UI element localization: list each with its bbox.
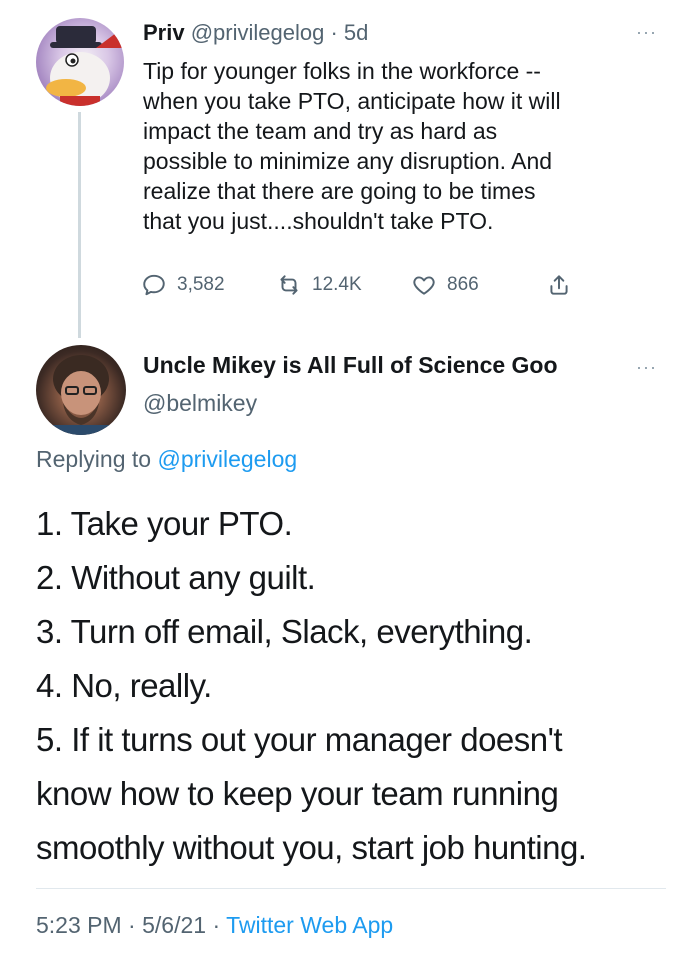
tweet-text-line: impact the team and try as hard as — [143, 118, 498, 144]
divider — [36, 888, 666, 889]
tweet-text-line: possible to minimize any disruption. And — [143, 148, 553, 174]
tweet-text: Tip for younger folks in the workforce -… — [143, 56, 663, 236]
like-button[interactable]: 866 — [411, 272, 479, 298]
retweet-icon — [280, 275, 298, 295]
tweet-text-line: realize that there are going to be times — [143, 178, 536, 204]
reply-text: 1. Take your PTO. 2. Without any guilt. … — [36, 497, 676, 875]
user-handle[interactable]: @privilegelog — [191, 20, 325, 45]
reply-text-line: 1. Take your PTO. — [36, 505, 293, 542]
belmikey-avatar[interactable] — [36, 345, 126, 435]
more-options-icon[interactable]: ··· — [636, 22, 657, 43]
reply-text-line: know how to keep your team running — [36, 775, 559, 812]
display-name[interactable]: Priv — [143, 20, 185, 45]
tweet-text-line: Tip for younger folks in the workforce -… — [143, 58, 541, 84]
replying-to: Replying to @privilegelog — [36, 446, 297, 473]
meta-separator: · — [212, 912, 221, 938]
share-button[interactable] — [546, 272, 572, 298]
reply-text-line: 4. No, really. — [36, 667, 212, 704]
reply-text-line: 3. Turn off email, Slack, everything. — [36, 613, 533, 650]
tweet-text-line: when you take PTO, anticipate how it wil… — [143, 88, 561, 114]
retweet-button[interactable]: 12.4K — [276, 272, 362, 298]
header-separator: · — [330, 20, 338, 45]
like-icon — [413, 276, 435, 295]
priv-avatar[interactable] — [36, 18, 124, 106]
retweet-count: 12.4K — [312, 274, 362, 295]
duck-avatar-icon — [46, 26, 122, 106]
reply-count: 3,582 — [177, 274, 225, 295]
original-tweet: Priv @privilegelog · 5d ··· Tip for youn… — [0, 0, 700, 338]
like-count: 866 — [447, 274, 479, 295]
tweet-age[interactable]: 5d — [344, 20, 368, 45]
reply-text-line: 2. Without any guilt. — [36, 559, 316, 596]
reply-text-line: smoothly without you, start job hunting. — [36, 829, 587, 866]
person-avatar-icon — [46, 355, 116, 435]
tweet-source-link[interactable]: Twitter Web App — [226, 912, 393, 938]
more-options-icon[interactable]: ··· — [636, 357, 657, 378]
thread-connector-line — [78, 112, 81, 338]
reply-text-line: 5. If it turns out your manager doesn't — [36, 721, 563, 758]
share-icon — [550, 275, 568, 295]
reply-icon — [143, 274, 165, 296]
tweet-text-line: that you just....shouldn't take PTO. — [143, 208, 494, 234]
tweet-metadata: 5:23 PM · 5/6/21 · Twitter Web App — [36, 912, 393, 939]
user-handle[interactable]: @belmikey — [143, 390, 257, 417]
tweet-time[interactable]: 5:23 PM — [36, 912, 122, 938]
reply-button[interactable]: 3,582 — [141, 272, 225, 298]
tweet-header: Priv @privilegelog · 5d — [143, 18, 368, 48]
meta-separator: · — [128, 912, 136, 938]
reply-mention-link[interactable]: @privilegelog — [157, 446, 297, 472]
display-name[interactable]: Uncle Mikey is All Full of Science Goo — [143, 352, 558, 379]
tweet-date[interactable]: 5/6/21 — [142, 912, 206, 938]
replying-prefix: Replying to — [36, 446, 152, 472]
